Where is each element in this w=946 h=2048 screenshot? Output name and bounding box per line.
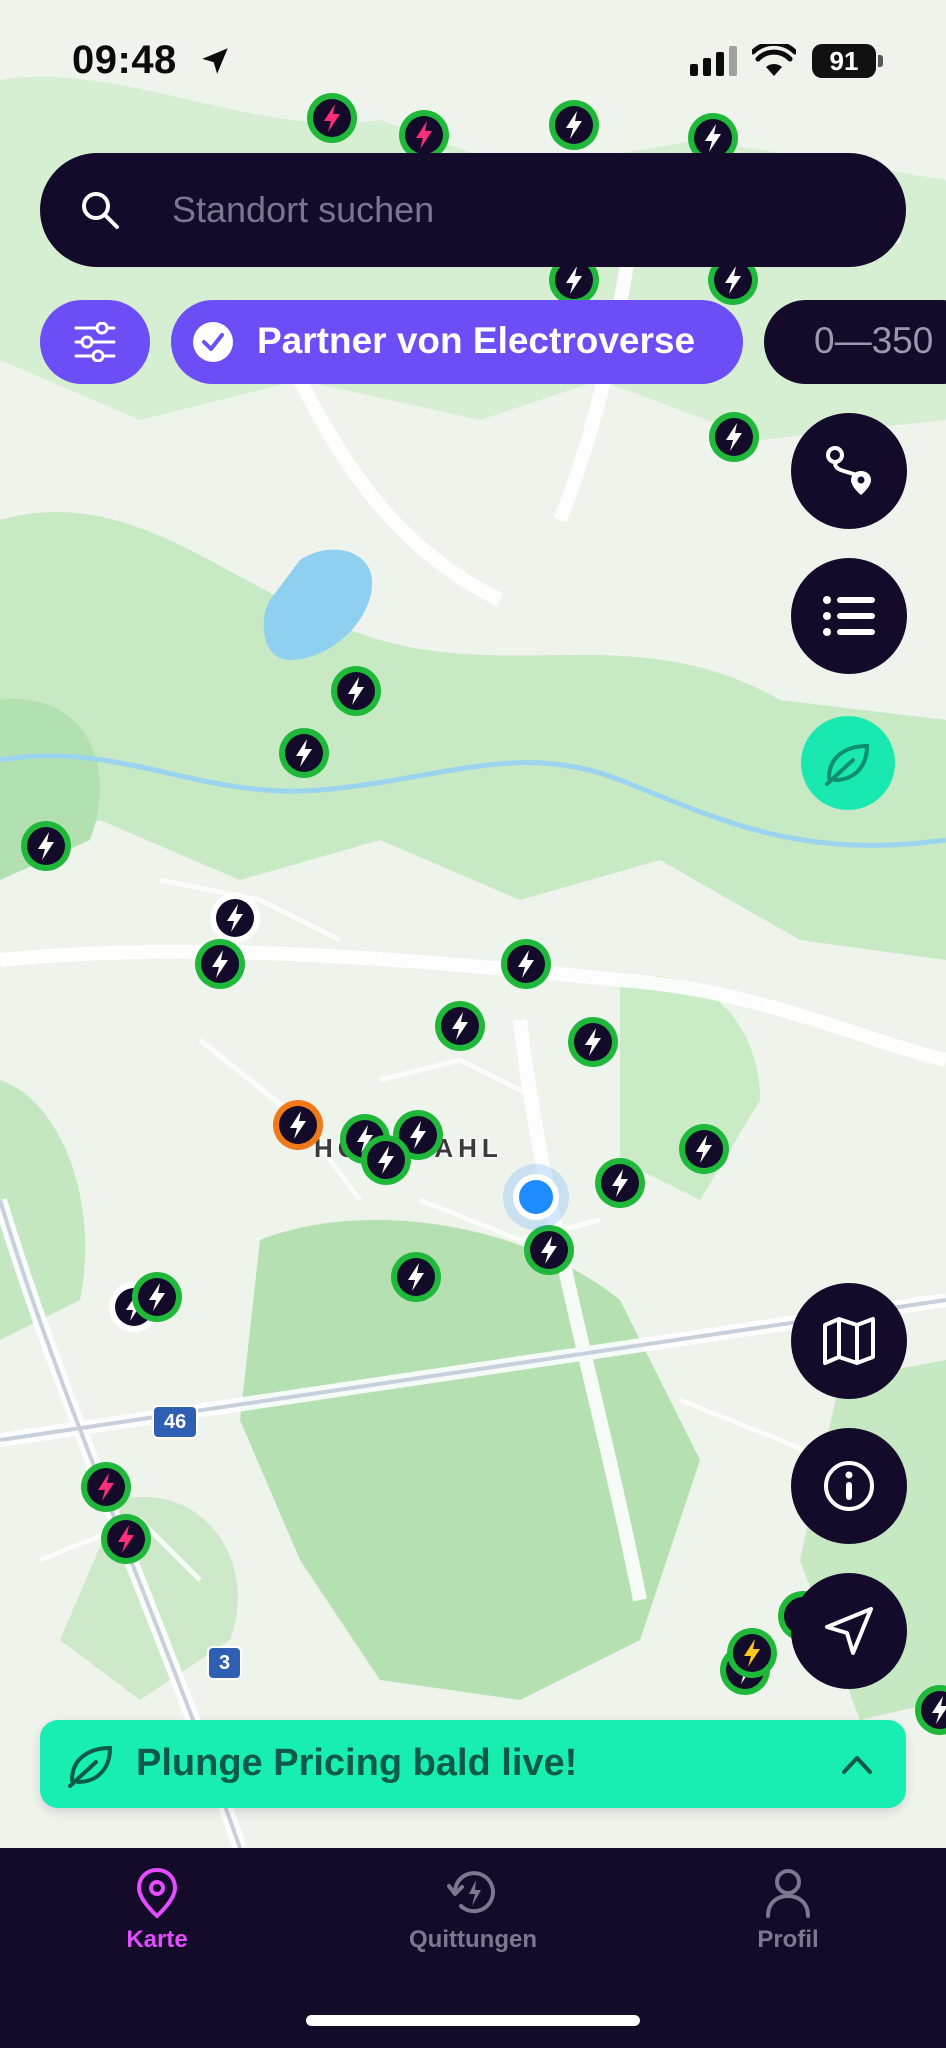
- lightning-icon: [273, 1100, 323, 1150]
- road-badge-3: 3: [207, 1646, 243, 1680]
- map-pin-icon: [136, 1867, 178, 1919]
- charging-station-marker[interactable]: [389, 1250, 443, 1304]
- route-planner-button[interactable]: [791, 413, 907, 529]
- map-style-button[interactable]: [791, 1283, 907, 1399]
- power-range-chip[interactable]: 0—350: [764, 300, 946, 384]
- location-services-icon: [202, 48, 228, 74]
- chevron-up-icon[interactable]: [840, 1748, 874, 1780]
- charging-station-marker[interactable]: [359, 1133, 413, 1187]
- sliders-icon: [74, 322, 116, 362]
- lightning-icon: [595, 1158, 645, 1208]
- tab-label: Karte: [126, 1926, 188, 1953]
- partner-filter-chip[interactable]: Partner von Electroverse: [171, 300, 743, 384]
- battery-indicator: 91: [812, 44, 876, 78]
- search-bar[interactable]: Standort suchen: [40, 153, 906, 267]
- lightning-icon: [915, 1685, 946, 1735]
- charging-station-marker[interactable]: [725, 1626, 779, 1680]
- charging-station-marker[interactable]: [193, 937, 247, 991]
- lightning-icon: [709, 412, 759, 462]
- route-icon: [826, 446, 871, 495]
- lightning-icon: [279, 728, 329, 778]
- charging-station-marker[interactable]: [677, 1122, 731, 1176]
- info-icon: [824, 1461, 874, 1511]
- filter-settings-button[interactable]: [40, 300, 150, 384]
- navigation-arrow-icon: [825, 1607, 873, 1655]
- plunge-pricing-banner[interactable]: Plunge Pricing bald live!: [40, 1720, 906, 1808]
- charging-station-marker[interactable]: [277, 726, 331, 780]
- charging-station-marker[interactable]: [593, 1156, 647, 1210]
- lightning-icon: [21, 821, 71, 871]
- lightning-icon: [195, 939, 245, 989]
- charging-station-marker[interactable]: [913, 1683, 946, 1737]
- lightning-icon: [81, 1462, 131, 1512]
- user-location-dot: [513, 1174, 559, 1220]
- battery-tip: [878, 55, 883, 67]
- map-view[interactable]: 46 3 HOCHDAHL: [0, 0, 946, 1848]
- cellular-signal-icon: [690, 46, 737, 76]
- checkmark-icon: [193, 322, 233, 362]
- list-icon: [823, 596, 875, 636]
- charging-station-marker[interactable]: [99, 1512, 153, 1566]
- charging-station-marker[interactable]: [566, 1015, 620, 1069]
- my-location-button[interactable]: [791, 1573, 907, 1689]
- tab-profil[interactable]: Profil: [668, 1866, 908, 1986]
- charging-station-marker[interactable]: [271, 1098, 325, 1152]
- status-bar: 09:48 91: [0, 0, 946, 120]
- tab-label: Quittungen: [409, 1926, 537, 1953]
- partner-filter-label: Partner von Electroverse: [257, 320, 696, 361]
- power-range-label: 0—350: [814, 320, 934, 361]
- wifi-icon: [752, 44, 796, 76]
- charging-station-marker[interactable]: [707, 410, 761, 464]
- road-badge-46: 46: [152, 1405, 199, 1439]
- lightning-icon: [101, 1514, 151, 1564]
- tab-karte[interactable]: Karte: [37, 1866, 277, 1986]
- lightning-icon: [132, 1272, 182, 1322]
- status-time: 09:48: [72, 38, 177, 82]
- lightning-icon: [361, 1135, 411, 1185]
- lightning-icon: [568, 1017, 618, 1067]
- charging-station-marker[interactable]: [329, 664, 383, 718]
- eco-leaf-button[interactable]: [801, 716, 895, 810]
- map-base: [0, 0, 946, 1848]
- charging-station-marker[interactable]: [19, 819, 73, 873]
- map-icon: [823, 1317, 875, 1365]
- tab-label: Profil: [757, 1926, 819, 1953]
- charging-station-marker[interactable]: [130, 1270, 184, 1324]
- lightning-icon: [331, 666, 381, 716]
- list-view-button[interactable]: [791, 558, 907, 674]
- charging-station-marker[interactable]: [433, 999, 487, 1053]
- lightning-icon: [501, 939, 551, 989]
- leaf-icon: [825, 743, 870, 786]
- lightning-icon: [524, 1225, 574, 1275]
- lightning-icon: [391, 1252, 441, 1302]
- search-icon: [82, 192, 119, 229]
- charging-station-marker[interactable]: [499, 937, 553, 991]
- history-charge-icon: [447, 1871, 495, 1914]
- tab-quittungen[interactable]: Quittungen: [353, 1866, 593, 1986]
- info-button[interactable]: [791, 1428, 907, 1544]
- banner-text: Plunge Pricing bald live!: [136, 1742, 578, 1784]
- lightning-icon: [727, 1628, 777, 1678]
- leaf-icon: [68, 1745, 113, 1788]
- charging-station-marker[interactable]: [522, 1223, 576, 1277]
- charging-station-marker[interactable]: [79, 1460, 133, 1514]
- user-icon: [766, 1869, 810, 1918]
- lightning-icon: [435, 1001, 485, 1051]
- lightning-icon: [679, 1124, 729, 1174]
- home-indicator: [306, 2015, 640, 2026]
- search-input[interactable]: Standort suchen: [172, 189, 434, 231]
